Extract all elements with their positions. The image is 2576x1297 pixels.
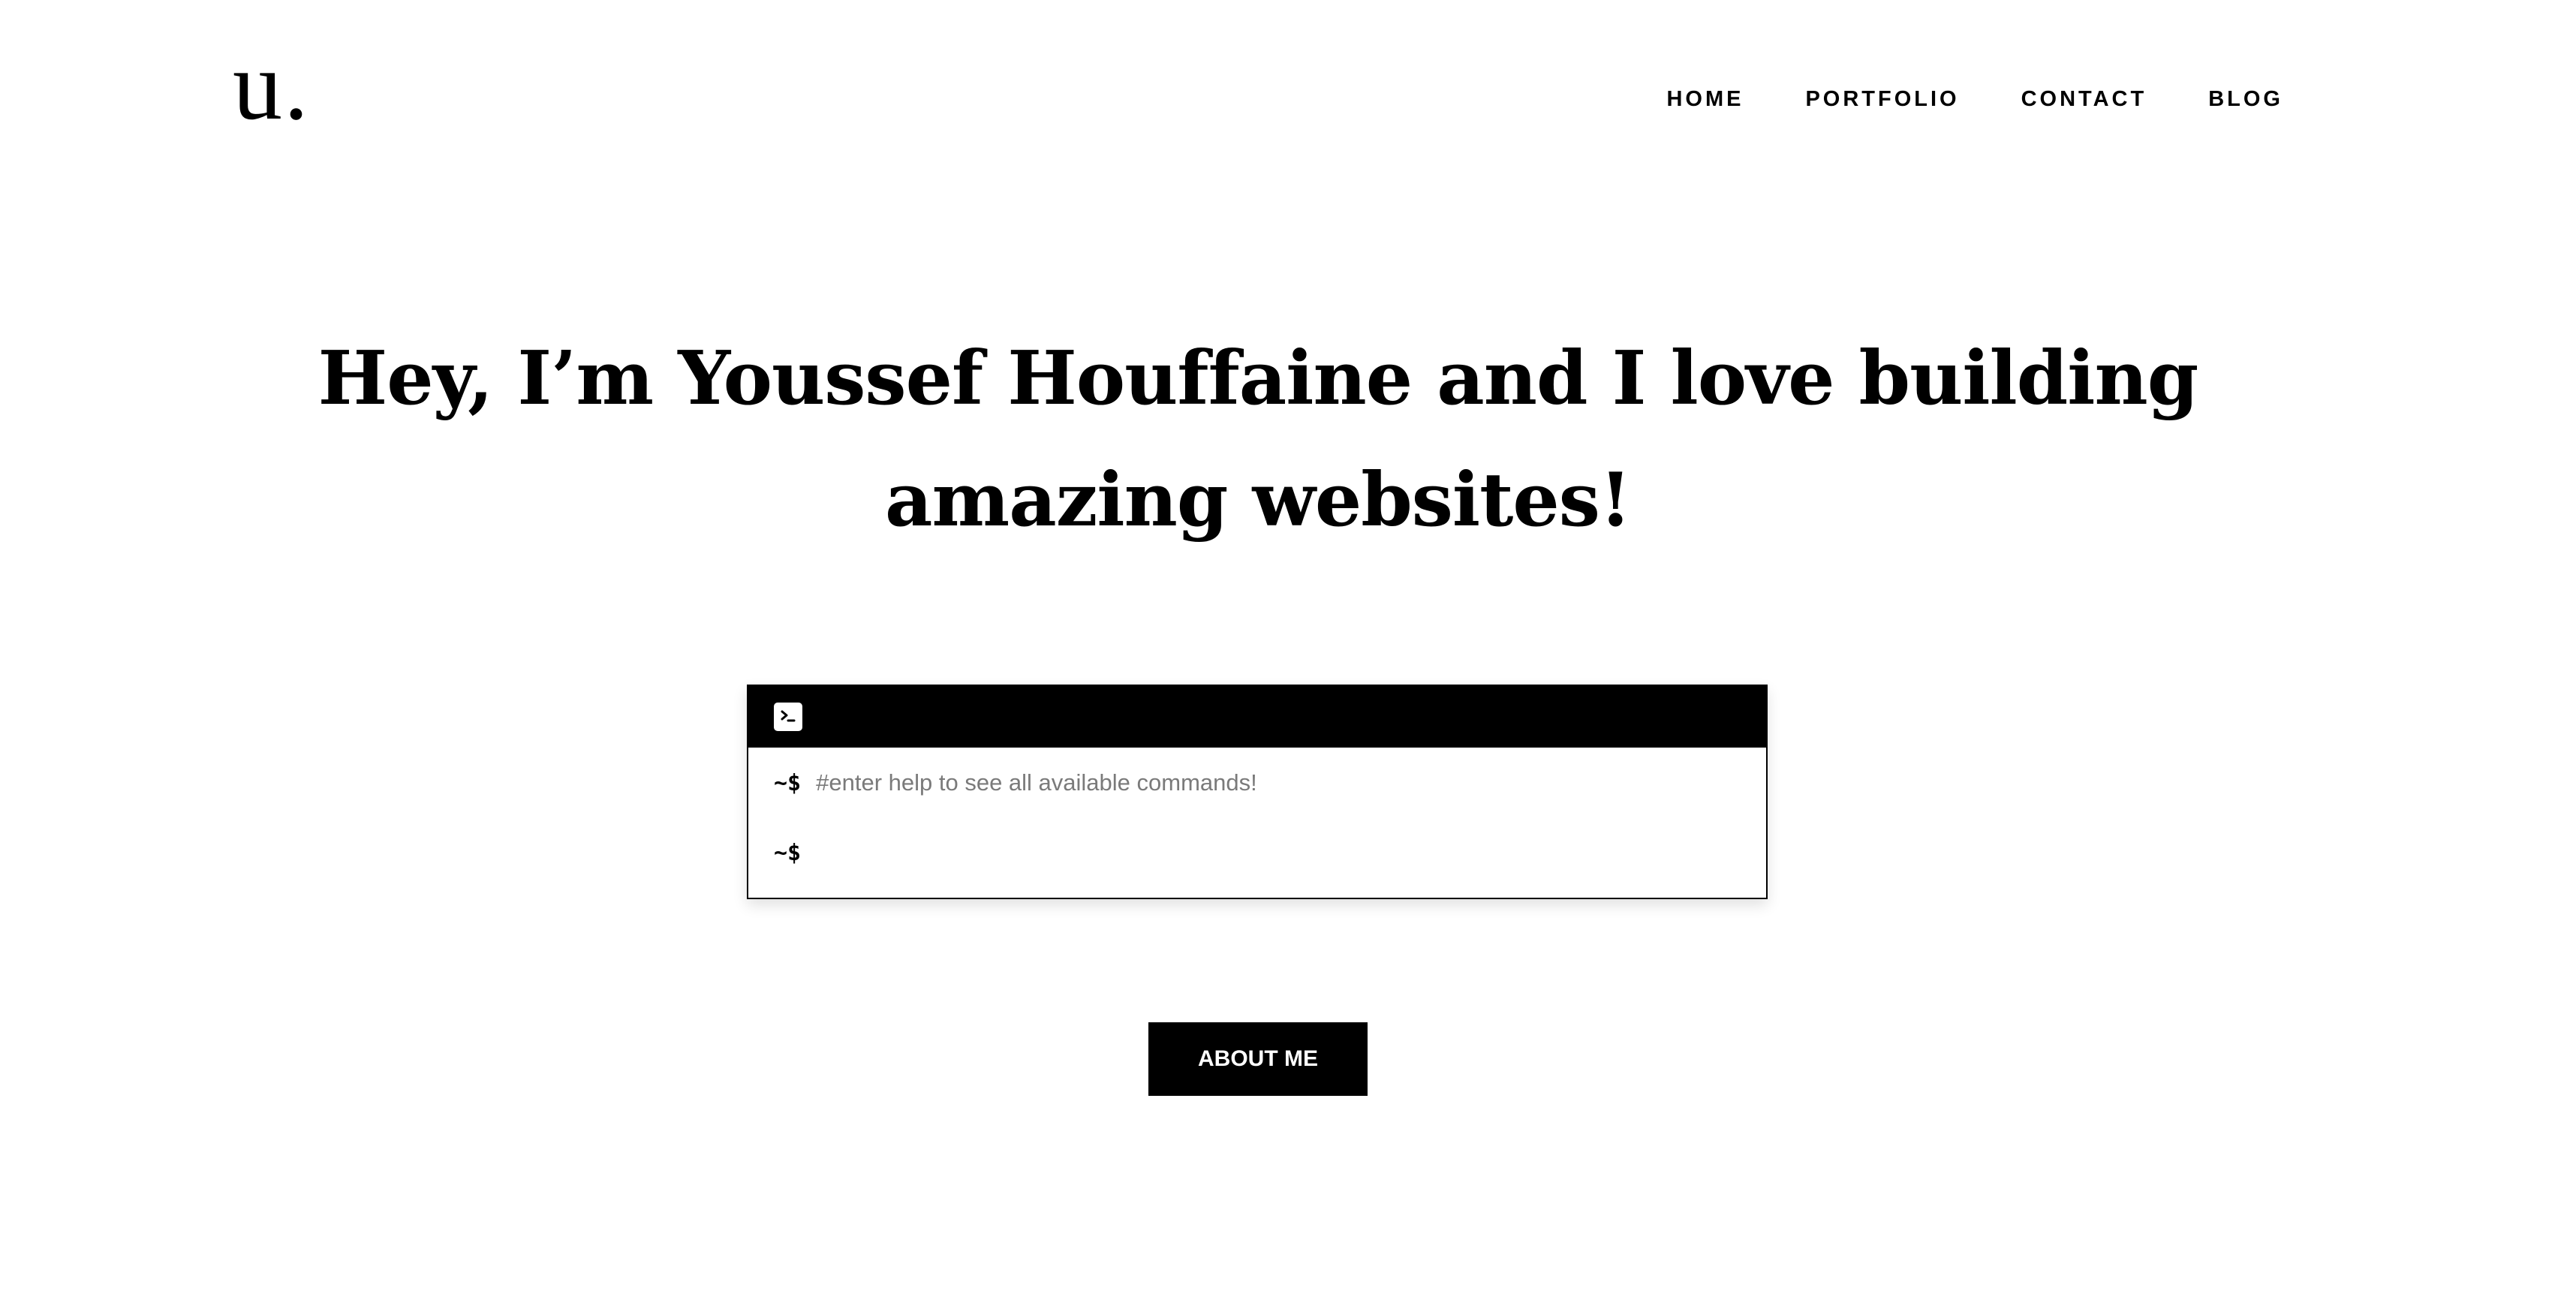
- terminal-prompt: ~$: [774, 769, 802, 796]
- terminal-icon: [774, 703, 802, 731]
- terminal-command-input[interactable]: [816, 839, 1642, 866]
- main-nav: HOME PORTFOLIO CONTACT BLOG: [1666, 84, 2283, 114]
- terminal-input-line: ~$: [774, 818, 1766, 887]
- nav-blog-link[interactable]: BLOG: [2208, 84, 2283, 114]
- terminal-widget: ~$ #enter help to see all available comm…: [747, 685, 1768, 899]
- terminal-hint-line: ~$ #enter help to see all available comm…: [774, 748, 1766, 818]
- terminal-title-bar: [748, 686, 1766, 748]
- hero-headline: Hey, I’m Youssef Houffaine and I love bu…: [0, 318, 2516, 561]
- nav-portfolio-link[interactable]: PORTFOLIO: [1805, 84, 1959, 114]
- hero-headline-line-2: amazing websites!: [885, 457, 1632, 543]
- terminal-body: ~$ #enter help to see all available comm…: [748, 748, 1766, 887]
- terminal-hint-text: #enter help to see all available command…: [816, 769, 1257, 796]
- site-logo[interactable]: u.: [233, 36, 310, 135]
- nav-home-link[interactable]: HOME: [1666, 84, 1744, 114]
- hero-headline-line-1: Hey, I’m Youssef Houffaine and I love bu…: [317, 336, 2199, 422]
- about-me-button[interactable]: ABOUT ME: [1148, 1022, 1368, 1096]
- nav-contact-link[interactable]: CONTACT: [2021, 84, 2147, 114]
- terminal-prompt: ~$: [774, 839, 802, 866]
